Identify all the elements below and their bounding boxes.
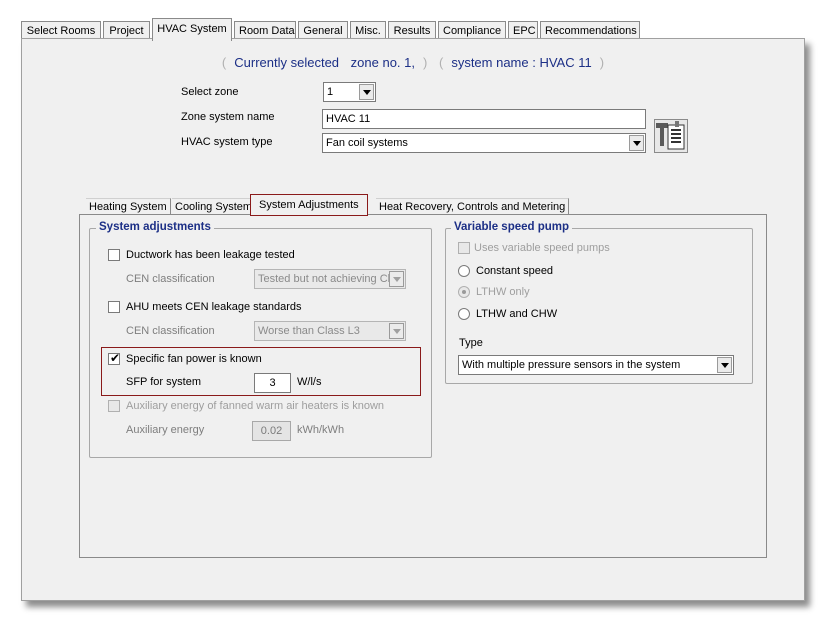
sfp-label: SFP for system	[126, 376, 201, 388]
hvac-type-label: HVAC system type	[181, 136, 273, 148]
title-prefix: Currently selected	[234, 55, 340, 70]
aux-unit: kWh/kWh	[297, 424, 345, 436]
select-zone-dropdown[interactable]: 1	[323, 82, 376, 102]
constant-speed-label: Constant speed	[476, 265, 554, 277]
title-system: system name : HVAC 11	[451, 55, 592, 70]
hvac-system-icon-button[interactable]	[654, 119, 688, 153]
type-label: Type	[459, 337, 483, 349]
aux-known-checkbox[interactable]	[108, 400, 120, 412]
tab-label: Heating System	[89, 201, 167, 213]
tab-heating-system[interactable]: Heating System	[86, 198, 171, 215]
cen2-dropdown[interactable]: Worse than Class L3	[254, 321, 406, 341]
sfp-known-label: Specific fan power is known	[126, 353, 262, 365]
uses-vsp-label: Uses variable speed pumps	[474, 242, 610, 254]
lthw-only-label: LTHW only	[476, 286, 530, 298]
tab-label: Room Data	[239, 25, 295, 37]
aux-input[interactable]: 0.02	[252, 421, 291, 441]
select-zone-label: Select zone	[181, 86, 239, 98]
tab-label: Select Rooms	[26, 25, 96, 37]
chevron-down-icon[interactable]	[359, 84, 374, 100]
cen2-label: CEN classification	[126, 325, 215, 337]
uses-vsp-checkbox[interactable]	[458, 242, 470, 254]
chevron-down-icon[interactable]	[389, 271, 404, 287]
tab-label: System Adjustments	[259, 199, 359, 211]
tab-label: Recommendations	[545, 25, 637, 37]
aux-label: Auxiliary energy	[126, 424, 205, 436]
tab-label: HVAC System	[157, 23, 227, 35]
cen1-value: Tested but not achieving Cl	[258, 273, 391, 285]
page-title: (Currently selected zone no. 1,) (system…	[221, 55, 605, 70]
pump-type-dropdown[interactable]: With multiple pressure sensors in the sy…	[458, 355, 734, 375]
title-zone: zone no. 1,	[350, 55, 415, 70]
chevron-down-icon[interactable]	[389, 323, 404, 339]
ductwork-label: Ductwork has been leakage tested	[126, 249, 295, 261]
aux-known-label: Auxiliary energy of fanned warm air heat…	[126, 400, 385, 412]
sfp-input[interactable]: 3	[254, 373, 291, 393]
cen2-value: Worse than Class L3	[258, 325, 360, 337]
zone-system-name-label: Zone system name	[181, 111, 275, 123]
hvac-type-value: Fan coil systems	[326, 137, 408, 149]
tab-heat-recovery[interactable]: Heat Recovery, Controls and Metering	[376, 198, 570, 215]
lthw-chw-radio[interactable]	[458, 308, 470, 320]
sfp-known-checkbox[interactable]: ✔	[108, 351, 121, 365]
system-adjustments-title: System adjustments	[96, 221, 214, 233]
tab-label: General	[303, 25, 343, 37]
tab-label: Project	[109, 25, 144, 37]
lthw-chw-label: LTHW and CHW	[476, 308, 558, 320]
lthw-only-radio[interactable]	[458, 286, 470, 298]
cen1-label: CEN classification	[126, 273, 215, 285]
cen1-dropdown[interactable]: Tested but not achieving Cl	[254, 269, 406, 289]
select-zone-value: 1	[327, 86, 334, 98]
zone-system-name-input[interactable]: HVAC 11	[322, 109, 646, 129]
tab-label: Results	[393, 25, 431, 37]
chevron-down-icon[interactable]	[629, 135, 644, 151]
tab-label: Cooling System	[175, 201, 253, 213]
document-icon	[656, 121, 685, 150]
tab-system-adjustments[interactable]: System Adjustments	[250, 194, 368, 216]
tab-label: Heat Recovery, Controls and Metering	[379, 201, 566, 213]
tab-label: EPC	[513, 25, 536, 37]
pump-type-value: With multiple pressure sensors in the sy…	[462, 359, 681, 371]
sfp-unit: W/l/s	[297, 376, 322, 388]
tab-label: Misc.	[355, 25, 381, 37]
tab-hvac-system[interactable]: HVAC System	[152, 18, 232, 41]
hvac-type-dropdown[interactable]: Fan coil systems	[322, 133, 646, 153]
tab-label: Compliance	[443, 25, 502, 37]
tab-cooling-system[interactable]: Cooling System	[172, 198, 257, 215]
ductwork-checkbox[interactable]	[108, 249, 120, 261]
constant-speed-radio[interactable]	[458, 265, 470, 277]
chevron-down-icon[interactable]	[717, 357, 732, 373]
variable-speed-pump-title: Variable speed pump	[451, 221, 573, 233]
checkmark-icon: ✔	[110, 351, 121, 365]
ahu-checkbox[interactable]	[108, 301, 120, 313]
ahu-label: AHU meets CEN leakage standards	[126, 301, 302, 313]
